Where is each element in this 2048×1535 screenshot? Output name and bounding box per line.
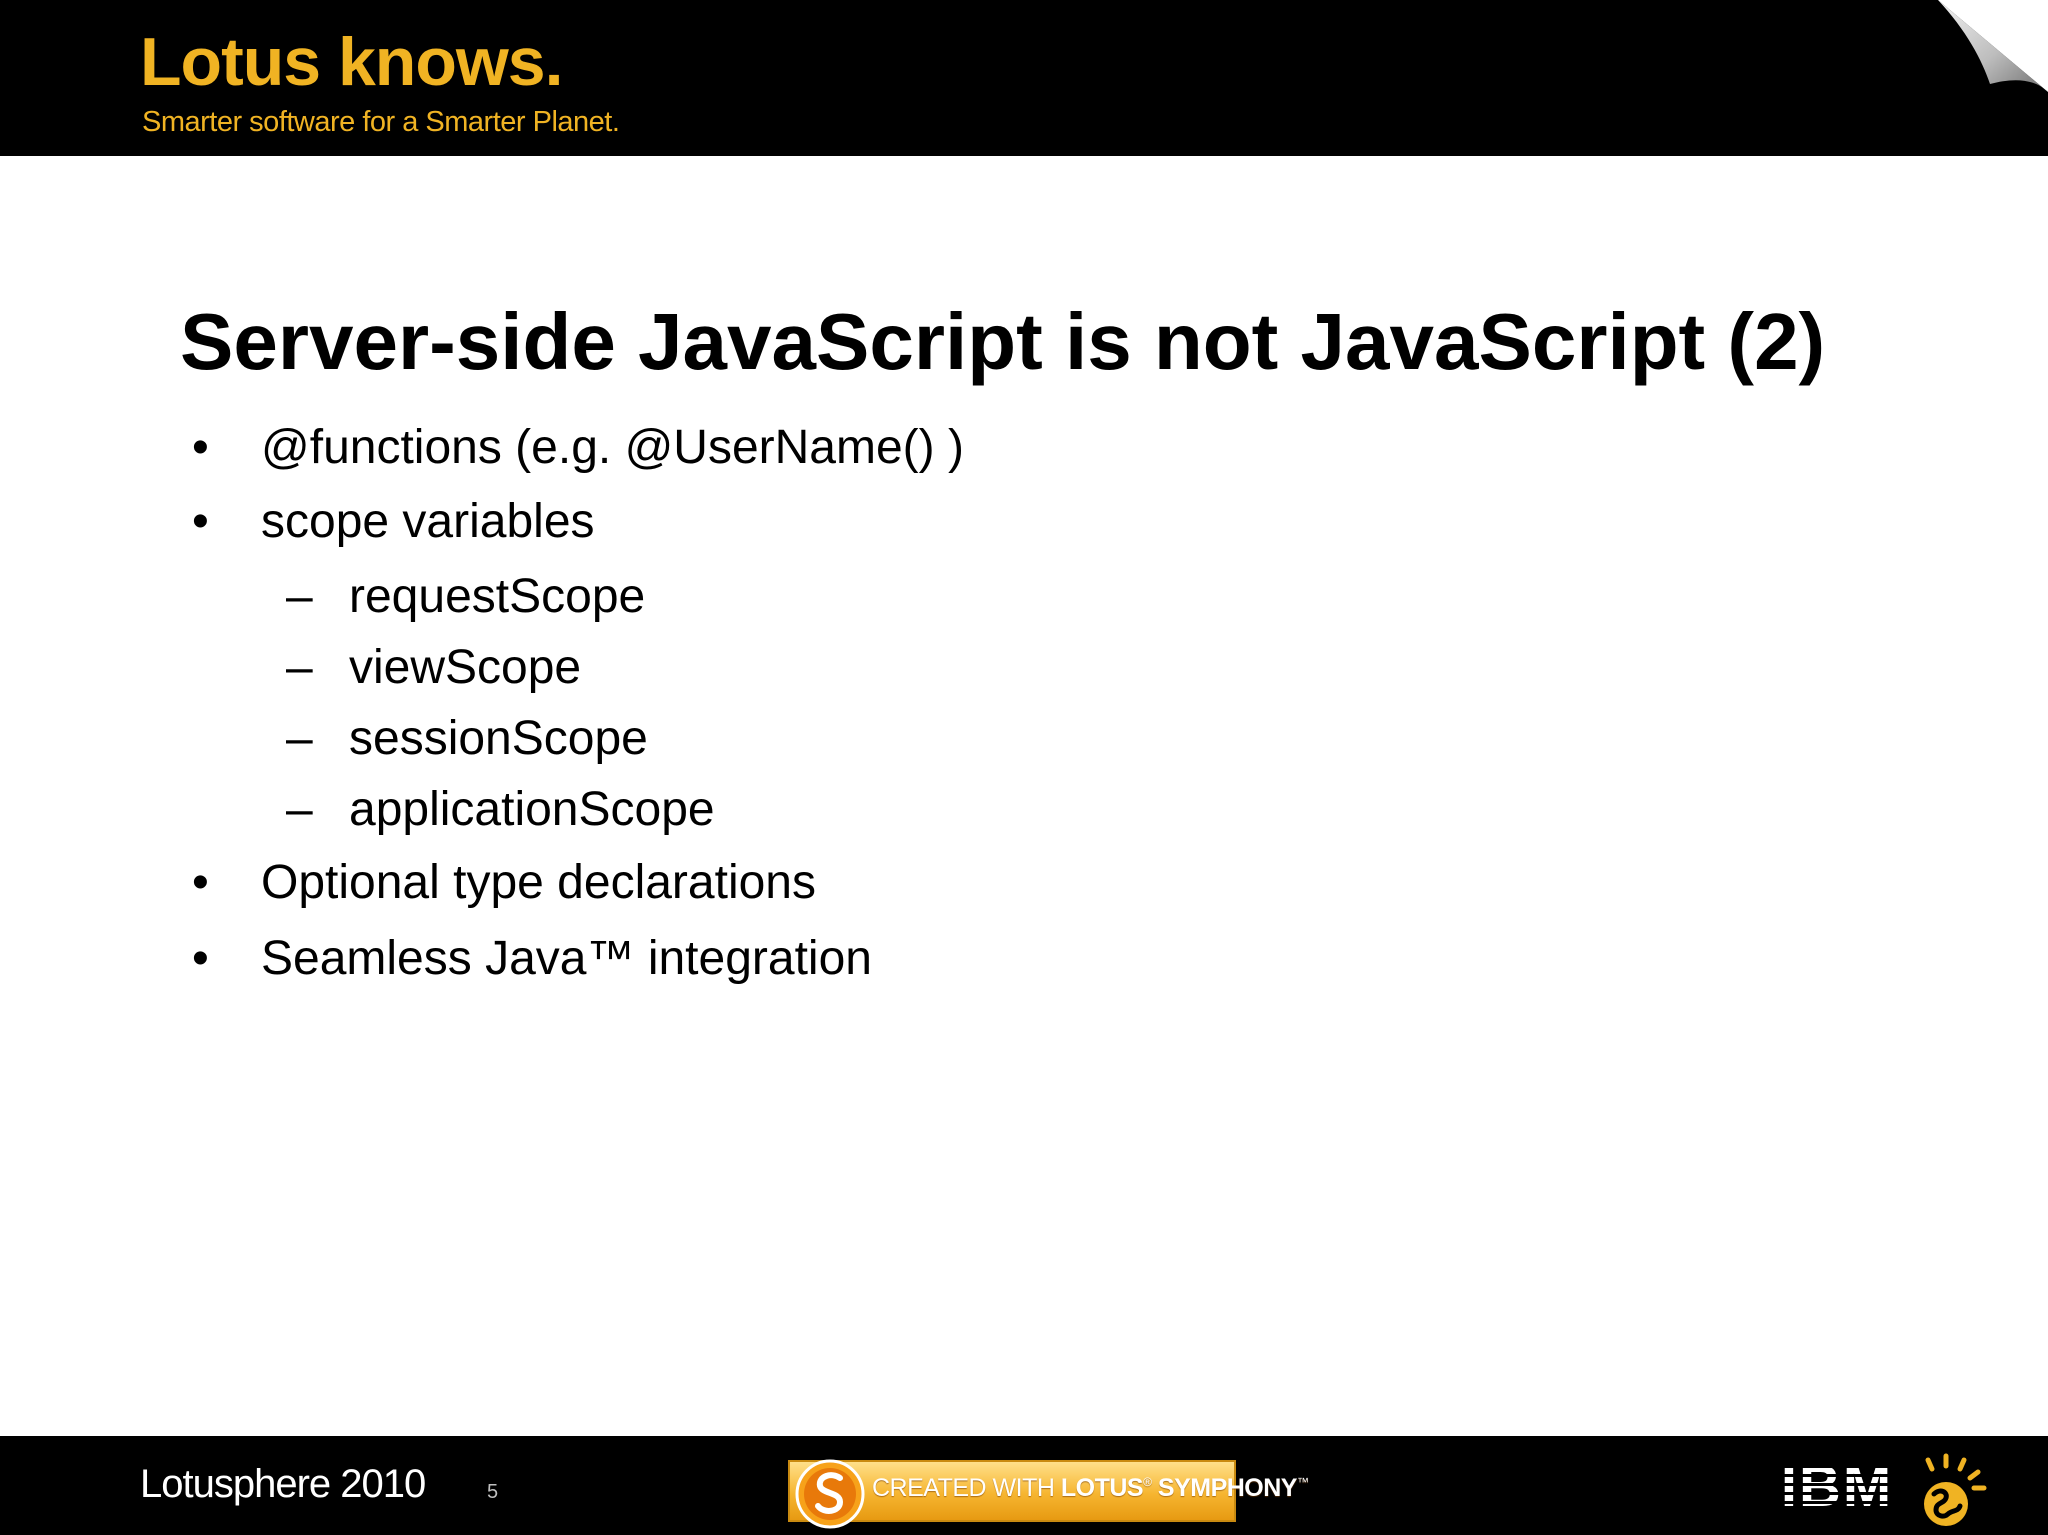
bullet-marker: • — [192, 932, 209, 985]
symphony-logo-icon — [795, 1459, 865, 1529]
dash-marker: – — [286, 641, 313, 694]
bullet-item: • Optional type declarations — [0, 853, 2048, 913]
symphony-badge: CREATED WITH LOTUS® SYMPHONY™ — [788, 1459, 1309, 1529]
sub-bullet-text: viewScope — [349, 641, 582, 694]
bullet-item: • scope variables — [0, 492, 2048, 552]
bullet-item: • @functions (e.g. @UserName() ) — [0, 418, 2048, 478]
brand-title: Lotus knows. — [140, 24, 563, 100]
bullet-marker: • — [192, 421, 209, 474]
sub-bullet-text: requestScope — [349, 570, 646, 623]
sub-bullet-item: – applicationScope — [0, 780, 2048, 840]
ibm-logo: IBM — [1772, 1456, 1902, 1514]
bullet-item: • Seamless Java™ integration — [0, 929, 2048, 989]
bullet-marker: • — [192, 495, 209, 548]
sub-bullet-text: applicationScope — [349, 783, 715, 836]
symphony-badge-text: CREATED WITH LOTUS® SYMPHONY™ — [872, 1474, 1309, 1502]
slide-number: 5 — [487, 1481, 499, 1503]
page-curl-icon — [1938, 0, 2048, 92]
smarter-planet-icon — [1924, 1453, 1987, 1526]
sub-bullet-item: – sessionScope — [0, 709, 2048, 769]
slide-title: Server-side JavaScript is not JavaScript… — [180, 297, 1826, 386]
sub-bullet-item: – viewScope — [0, 638, 2048, 698]
dash-marker: – — [286, 570, 313, 623]
dash-marker: – — [286, 783, 313, 836]
bullet-text: Seamless Java™ integration — [261, 932, 872, 985]
header-band: Lotus knows. Smarter software for a Smar… — [0, 0, 2048, 156]
footer-band: Lotusphere 2010 5 CREATED WITH LOTUS® SY… — [0, 1436, 2048, 1535]
bullet-text: Optional type declarations — [261, 856, 816, 909]
sub-bullet-item: – requestScope — [0, 567, 2048, 627]
dash-marker: – — [286, 712, 313, 765]
bullet-marker: • — [192, 856, 209, 909]
bullet-text: @functions (e.g. @UserName() ) — [261, 421, 964, 474]
sub-bullet-text: sessionScope — [349, 712, 648, 765]
brand-tagline: Smarter software for a Smarter Planet. — [142, 106, 620, 138]
bullet-text: scope variables — [261, 495, 595, 548]
event-name: Lotusphere 2010 — [140, 1462, 426, 1506]
